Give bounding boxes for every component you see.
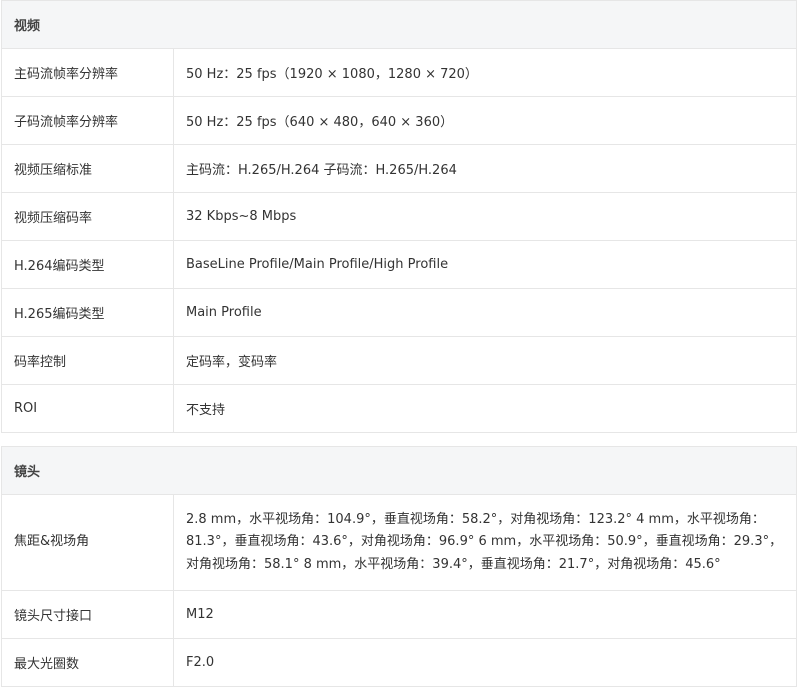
- table-row: 码率控制 定码率，变码率: [1, 336, 797, 385]
- table-row: H.264编码类型 BaseLine Profile/Main Profile/…: [1, 240, 797, 289]
- spec-value: F2.0: [173, 638, 797, 687]
- table-row: 子码流帧率分辨率 50 Hz：25 fps（640 × 480，640 × 36…: [1, 96, 797, 145]
- table-row: 最大光圈数 F2.0: [1, 638, 797, 687]
- table-row: H.265编码类型 Main Profile: [1, 288, 797, 337]
- spec-value: M12: [173, 590, 797, 639]
- section-title: 镜头: [1, 446, 797, 495]
- spec-key: H.265编码类型: [1, 288, 174, 337]
- table-row: ROI 不支持: [1, 384, 797, 433]
- spec-value: BaseLine Profile/Main Profile/High Profi…: [173, 240, 797, 289]
- spec-key: 视频压缩标准: [1, 144, 174, 193]
- section-header-lens: 镜头: [1, 446, 797, 495]
- spec-value: 32 Kbps~8 Mbps: [173, 192, 797, 241]
- table-row: 视频压缩码率 32 Kbps~8 Mbps: [1, 192, 797, 241]
- spec-value: 2.8 mm，水平视场角：104.9°，垂直视场角：58.2°，对角视场角：12…: [173, 494, 797, 591]
- table-row: 镜头尺寸接口 M12: [1, 590, 797, 639]
- video-spec-table: 视频 主码流帧率分辨率 50 Hz：25 fps（1920 × 1080，128…: [1, 0, 797, 433]
- spec-key: 视频压缩码率: [1, 192, 174, 241]
- spec-key: 主码流帧率分辨率: [1, 48, 174, 97]
- spec-key: H.264编码类型: [1, 240, 174, 289]
- spec-value: 定码率，变码率: [173, 336, 797, 385]
- table-row: 视频压缩标准 主码流：H.265/H.264 子码流：H.265/H.264: [1, 144, 797, 193]
- spec-key: 焦距&视场角: [1, 494, 174, 591]
- table-row: 主码流帧率分辨率 50 Hz：25 fps（1920 × 1080，1280 ×…: [1, 48, 797, 97]
- lens-spec-table: 镜头 焦距&视场角 2.8 mm，水平视场角：104.9°，垂直视场角：58.2…: [1, 446, 797, 687]
- spec-key: ROI: [1, 384, 174, 433]
- table-row: 焦距&视场角 2.8 mm，水平视场角：104.9°，垂直视场角：58.2°，对…: [1, 494, 797, 591]
- section-title: 视频: [1, 0, 797, 49]
- spec-value: 不支持: [173, 384, 797, 433]
- spec-value: Main Profile: [173, 288, 797, 337]
- spec-key: 码率控制: [1, 336, 174, 385]
- spec-key: 子码流帧率分辨率: [1, 96, 174, 145]
- spec-value: 50 Hz：25 fps（640 × 480，640 × 360）: [173, 96, 797, 145]
- spec-key: 镜头尺寸接口: [1, 590, 174, 639]
- section-header-video: 视频: [1, 0, 797, 49]
- spec-value: 主码流：H.265/H.264 子码流：H.265/H.264: [173, 144, 797, 193]
- spec-key: 最大光圈数: [1, 638, 174, 687]
- spec-value: 50 Hz：25 fps（1920 × 1080，1280 × 720）: [173, 48, 797, 97]
